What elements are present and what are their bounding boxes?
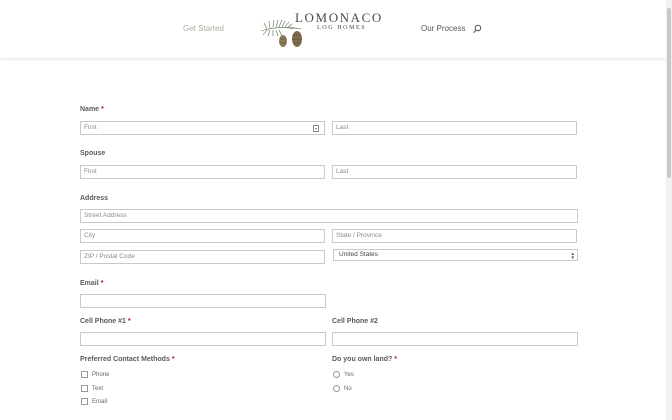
name-first-placeholder: First: [84, 124, 97, 131]
city-input[interactable]: City: [80, 229, 325, 243]
cell-phone-1-label-text: Cell Phone #1: [80, 318, 126, 325]
name-label-text: Name: [80, 106, 100, 113]
spouse-label: Spouse: [80, 150, 105, 157]
country-select[interactable]: United States ▴ ▾: [333, 249, 578, 261]
address-label-text: Address: [80, 195, 109, 202]
cell-phone-1-label: Cell Phone #1 *: [80, 318, 131, 325]
logo-title: LOMONACO: [295, 10, 383, 25]
cell-phone-2-input[interactable]: [332, 332, 578, 346]
city-placeholder: City: [84, 232, 96, 239]
spouse-last-placeholder: Last: [336, 168, 349, 175]
site-header: Get Started LOMONACO LOG HOMES Our Proce…: [0, 0, 666, 59]
country-value: United States: [339, 251, 379, 258]
required-mark: *: [100, 280, 104, 287]
name-label: Name *: [80, 106, 104, 113]
street-address-input[interactable]: Street Address: [80, 209, 578, 223]
nav-get-started[interactable]: Get Started: [183, 24, 224, 34]
contact-option-text[interactable]: Text: [81, 385, 103, 392]
phone-checkbox[interactable]: [81, 371, 88, 378]
site-logo[interactable]: LOMONACO LOG HOMES: [259, 9, 387, 51]
zip-placeholder: ZIP / Postal Code: [84, 253, 135, 260]
required-mark: *: [394, 356, 398, 363]
no-option-label: No: [344, 386, 352, 393]
cell-phone-2-label-text: Cell Phone #2: [332, 318, 378, 325]
spouse-first-input[interactable]: First: [80, 165, 325, 179]
required-mark: *: [101, 106, 104, 113]
address-label: Address: [80, 195, 108, 202]
street-placeholder: Street Address: [84, 212, 127, 219]
cell-phone-1-input[interactable]: [80, 332, 326, 346]
yes-radio[interactable]: [333, 371, 340, 378]
spouse-label-text: Spouse: [80, 150, 106, 157]
email-label: Email *: [80, 280, 103, 287]
cell-phone-2-label: Cell Phone #2: [332, 318, 378, 325]
phone-option-label: Phone: [92, 372, 110, 379]
search-icon[interactable]: [472, 24, 482, 34]
name-first-input[interactable]: First: [80, 121, 325, 135]
scrollbar-thumb[interactable]: [667, 8, 671, 178]
own-land-option-yes[interactable]: Yes: [333, 371, 354, 378]
nav-our-process[interactable]: Our Process: [421, 24, 465, 34]
contact-methods-label-text: Preferred Contact Methods: [80, 356, 170, 363]
contact-card-icon: [313, 125, 319, 132]
required-mark: *: [171, 356, 175, 363]
text-checkbox[interactable]: [81, 385, 88, 392]
text-option-label: Text: [92, 386, 104, 393]
spouse-last-input[interactable]: Last: [332, 165, 577, 179]
zip-input[interactable]: ZIP / Postal Code: [80, 250, 325, 264]
own-land-label-text: Do you own land?: [332, 356, 393, 363]
email-checkbox[interactable]: [81, 398, 88, 405]
name-last-placeholder: Last: [336, 124, 349, 131]
no-radio[interactable]: [333, 385, 340, 392]
email-label-text: Email: [80, 280, 99, 287]
email-input[interactable]: [80, 294, 326, 308]
own-land-option-no[interactable]: No: [333, 385, 352, 392]
email-option-label: Email: [92, 399, 108, 406]
page-scrollbar[interactable]: [666, 0, 672, 420]
select-arrows-icon: ▴ ▾: [571, 251, 574, 261]
required-mark: *: [127, 318, 131, 325]
contact-methods-label: Preferred Contact Methods *: [80, 356, 175, 363]
logo-subtitle: LOG HOMES: [317, 25, 367, 31]
contact-option-email[interactable]: Email: [81, 398, 107, 405]
state-placeholder: State / Province: [336, 232, 382, 239]
spouse-first-placeholder: First: [84, 168, 97, 175]
state-input[interactable]: State / Province: [332, 229, 577, 243]
yes-option-label: Yes: [344, 372, 354, 379]
own-land-label: Do you own land? *: [332, 356, 397, 363]
name-last-input[interactable]: Last: [332, 121, 577, 135]
contact-option-phone[interactable]: Phone: [81, 371, 109, 378]
